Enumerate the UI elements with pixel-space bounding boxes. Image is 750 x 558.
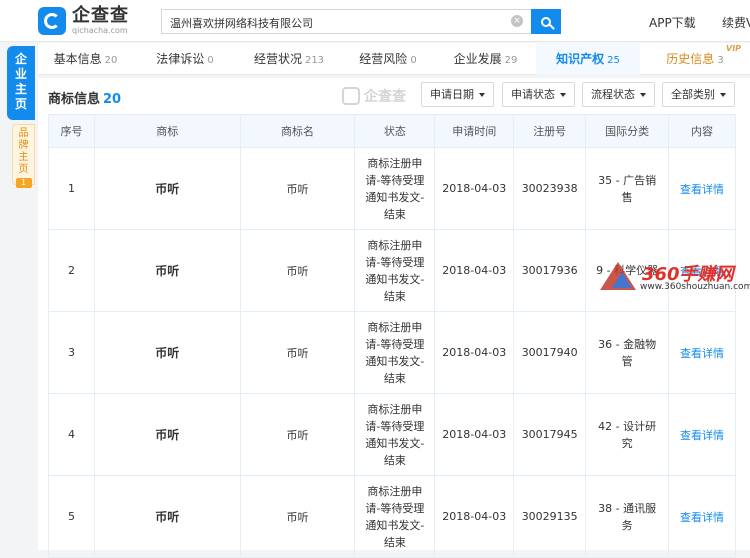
table-row: 5 币听 币听 商标注册申请-等待受理通知书发文-结束 2018-04-03 3… xyxy=(48,475,736,558)
trademark-image[interactable]: 币听 xyxy=(93,311,241,394)
section-count: 20 xyxy=(103,92,122,107)
tab-basic-info[interactable]: 基本信息 20 xyxy=(38,43,133,75)
col-mark: 商标 xyxy=(93,114,241,148)
enterprise-home-tab[interactable]: 企业主页 xyxy=(7,46,35,120)
tab-risk[interactable]: 经营风险 0 xyxy=(341,43,435,75)
table-row: 3 币听 币听 商标注册申请-等待受理通知书发文-结束 2018-04-03 3… xyxy=(48,311,736,394)
trademark-image[interactable]: 币听 xyxy=(93,147,241,230)
search-input[interactable]: 温州喜欢拼网络科技有限公司 xyxy=(161,9,531,34)
watermark-logo-icon xyxy=(342,87,360,105)
tab-ip[interactable]: 知识产权 25 xyxy=(536,43,640,75)
col-status: 状态 xyxy=(354,114,436,148)
search-button[interactable] xyxy=(531,9,561,34)
enterprise-home-label: 企业主页 xyxy=(14,52,27,111)
section-title: 商标信息 20 xyxy=(48,92,122,107)
view-details-link[interactable]: 查看详情 xyxy=(668,393,736,476)
col-class: 国际分类 xyxy=(585,114,670,148)
logo-domain: qichacha.com xyxy=(72,26,128,35)
logo[interactable]: 企查查 qichacha.com xyxy=(38,7,129,35)
filter-apply-date[interactable]: 申请日期 xyxy=(421,82,494,107)
top-header: 企查查 qichacha.com 温州喜欢拼网络科技有限公司 × APP下载 续… xyxy=(0,0,750,42)
trademark-section: 商标信息 20 企查查 申请日期 申请状态 流程状态 全部类别 序号 商标 商标名… xyxy=(38,78,750,558)
tab-development[interactable]: 企业发展 29 xyxy=(435,43,536,75)
col-content: 内容 xyxy=(668,114,736,148)
col-no: 序号 xyxy=(48,114,95,148)
logo-name: 企查查 xyxy=(72,5,129,26)
view-details-link[interactable]: 查看详情 xyxy=(668,475,736,558)
search-icon xyxy=(541,16,551,27)
table-row: 4 币听 币听 商标注册申请-等待受理通知书发文-结束 2018-04-03 3… xyxy=(48,393,736,476)
chevron-down-icon xyxy=(479,93,485,97)
table-header: 序号 商标 商标名 状态 申请时间 注册号 国际分类 内容 xyxy=(48,114,736,148)
tab-operation[interactable]: 经营状况 213 xyxy=(237,43,341,75)
filter-category[interactable]: 全部类别 xyxy=(662,82,735,107)
vip-tag: VIP xyxy=(726,44,742,53)
chevron-down-icon xyxy=(720,93,726,97)
col-date: 申请时间 xyxy=(434,114,515,148)
brand-home-tab[interactable]: 品牌主页 1 xyxy=(12,124,35,188)
site-watermark: 360手赚网 www.360shouzhuan.com xyxy=(600,258,750,296)
qichacha-watermark: 企查查 xyxy=(342,86,406,106)
view-details-link[interactable]: 查看详情 xyxy=(668,147,736,230)
filter-process-status[interactable]: 流程状态 xyxy=(582,82,655,107)
col-reg-no: 注册号 xyxy=(513,114,587,148)
trademark-image[interactable]: 币听 xyxy=(93,229,241,312)
logo-icon xyxy=(38,7,66,35)
chevron-down-icon xyxy=(640,93,646,97)
table-row: 1 币听 币听 商标注册申请-等待受理通知书发文-结束 2018-04-03 3… xyxy=(48,147,736,230)
view-details-link[interactable]: 查看详情 xyxy=(668,311,736,394)
col-name: 商标名 xyxy=(239,114,356,148)
brand-home-label: 品牌主页 xyxy=(18,128,29,175)
section-tabs: 基本信息 20 法律诉讼 0 经营状况 213 经营风险 0 企业发展 29 知识产权 25… xyxy=(38,43,750,75)
clear-icon[interactable]: × xyxy=(511,15,523,27)
trademark-image[interactable]: 币听 xyxy=(93,393,241,476)
filter-apply-status[interactable]: 申请状态 xyxy=(502,82,575,107)
renew-vip-link[interactable]: 续费V xyxy=(722,14,750,31)
brand-count-badge: 1 xyxy=(15,178,32,188)
chevron-down-icon xyxy=(560,93,566,97)
trademark-table: 序号 商标 商标名 状态 申请时间 注册号 国际分类 内容 1 币听 币听 商标… xyxy=(48,114,736,558)
trademark-image[interactable]: 币听 xyxy=(93,475,241,558)
app-download-link[interactable]: APP下载 xyxy=(649,14,696,31)
tab-legal[interactable]: 法律诉讼 0 xyxy=(133,43,237,75)
